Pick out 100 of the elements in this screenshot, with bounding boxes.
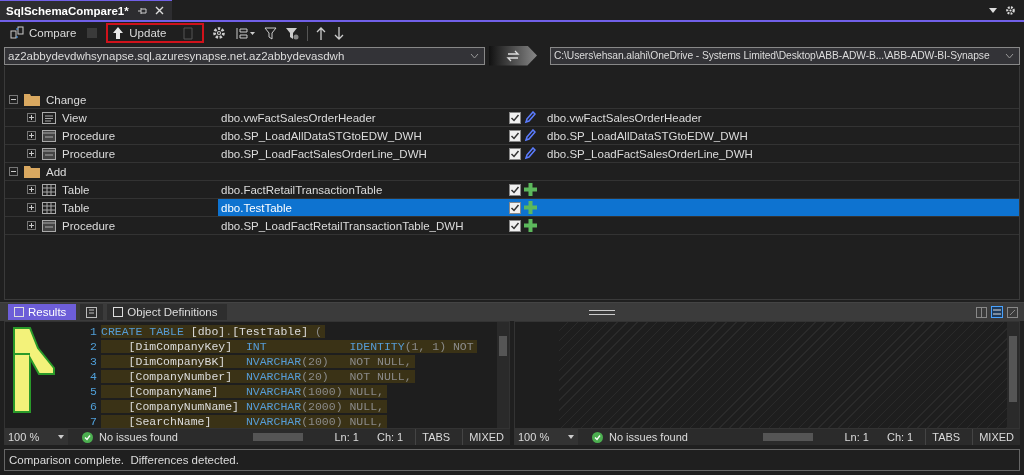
- plus-icon: [524, 201, 537, 215]
- pencil-icon: [524, 147, 536, 161]
- table-icon: [42, 201, 56, 214]
- procedure-icon: [42, 219, 56, 232]
- settings-icon[interactable]: [1005, 4, 1016, 16]
- scroll-bar[interactable]: [1007, 322, 1019, 429]
- source-name-cell[interactable]: dbo.SP_LoadFactSalesOrderLine_DWH: [218, 145, 509, 163]
- procedure-icon: [42, 147, 56, 160]
- line-ending-mode[interactable]: MIXED: [462, 429, 510, 446]
- object-type: View: [62, 111, 87, 124]
- document-tab[interactable]: SqlSchemaCompare1*: [0, 0, 172, 20]
- line-indicator: Ln: 1: [333, 431, 360, 444]
- window-icon: [14, 307, 24, 318]
- target-name-cell-text: dbo.SP_LoadAllDataSTGtoEDW_DWH: [547, 128, 749, 144]
- side-by-side-icon[interactable]: [976, 306, 987, 318]
- object-type: Table: [62, 201, 90, 214]
- filter-icon[interactable]: [285, 26, 300, 40]
- line-number: 5: [89, 385, 97, 399]
- source-name-cell[interactable]: dbo.TestTable: [218, 199, 509, 217]
- object-type: Table: [62, 183, 90, 196]
- zoom-dropdown[interactable]: 100 %: [4, 429, 68, 446]
- caret-icon[interactable]: [1005, 52, 1014, 59]
- indent-mode[interactable]: TABS: [415, 429, 457, 446]
- expand-icon[interactable]: [27, 185, 36, 195]
- expand-icon[interactable]: [27, 203, 36, 213]
- pin-icon[interactable]: [136, 5, 147, 16]
- include-checkbox[interactable]: [509, 183, 521, 196]
- compare-icon: [10, 26, 24, 41]
- include-checkbox[interactable]: [509, 201, 521, 214]
- folder-icon: [24, 93, 40, 107]
- target-name-cell-text: dbo.SP_LoadFactSalesOrderLine_DWH: [547, 146, 754, 162]
- column-indicator: Ch: 1: [375, 431, 405, 444]
- include-checkbox[interactable]: [509, 111, 521, 124]
- plus-icon: [524, 219, 537, 233]
- expand-icon[interactable]: [27, 113, 36, 123]
- line-ending-mode[interactable]: MIXED: [972, 429, 1020, 446]
- source-name-cell[interactable]: dbo.vwFactSalesOrderHeader: [218, 109, 509, 127]
- check-circle-icon: [592, 431, 603, 443]
- expand-icon[interactable]: [27, 149, 36, 159]
- target-name-cell-text: dbo.vwFactSalesOrderHeader: [547, 110, 703, 126]
- object-type: Procedure: [62, 219, 116, 232]
- group-by-icon[interactable]: [234, 26, 257, 40]
- column-indicator: Ch: 1: [885, 431, 915, 444]
- window-icon: [113, 307, 124, 318]
- line-number: 7: [89, 415, 97, 429]
- panel-tab[interactable]: Results: [8, 304, 77, 321]
- view-icon: [42, 111, 56, 124]
- up-arrow-icon[interactable]: [316, 26, 327, 40]
- target-combo[interactable]: C:\Users\ehsan.alahi\OneDrive - Systems Limited\Desktop\ABB-ADW-B...\ABB-ADW-BI-Synapse: [550, 46, 1020, 65]
- object-type: Procedure: [62, 129, 116, 142]
- issues-status: No issues found: [609, 431, 689, 444]
- collapse-icon[interactable]: [9, 167, 18, 177]
- compare-button[interactable]: Compare: [8, 26, 79, 41]
- line-number: 3: [89, 355, 97, 369]
- table-icon: [42, 183, 56, 196]
- panel-tab[interactable]: Object Definitions: [107, 304, 228, 321]
- issues-status: No issues found: [99, 431, 179, 444]
- line-number: 2: [89, 340, 97, 354]
- collapse-icon[interactable]: [9, 95, 18, 105]
- check-circle-icon: [82, 431, 93, 443]
- caret-icon: [568, 435, 574, 440]
- indent-mode[interactable]: TABS: [925, 429, 967, 446]
- source-name-cell[interactable]: dbo.SP_LoadAllDataSTGtoEDW_DWH: [218, 127, 509, 145]
- filter-icon[interactable]: [264, 26, 278, 40]
- group-label: Change: [46, 93, 87, 106]
- caret-icon[interactable]: [470, 52, 479, 59]
- settings-icon[interactable]: [212, 26, 227, 41]
- pencil-icon: [524, 111, 536, 125]
- swap-button[interactable]: [489, 45, 537, 66]
- scroll-bar[interactable]: [497, 322, 509, 429]
- object-type: Procedure: [62, 147, 116, 160]
- plus-icon: [524, 183, 537, 197]
- expand-icon[interactable]: [27, 221, 36, 231]
- procedure-icon: [42, 129, 56, 142]
- splitter-grip[interactable]: [588, 309, 615, 315]
- up-arrow-icon: [112, 26, 125, 41]
- document-icon: [86, 306, 98, 318]
- source-name-cell[interactable]: dbo.SP_LoadFactRetailTransactionTable_DWH: [218, 217, 509, 235]
- panel-tab[interactable]: [80, 304, 104, 321]
- dropdown-icon[interactable]: [989, 7, 997, 13]
- line-number: 6: [89, 400, 97, 414]
- folder-icon: [24, 165, 40, 179]
- line-indicator: Ln: 1: [843, 431, 870, 444]
- status-message: Comparison complete. Differences detected.: [9, 454, 239, 467]
- line-number: 4: [89, 370, 97, 384]
- include-checkbox[interactable]: [509, 219, 521, 232]
- caret-icon: [58, 435, 64, 440]
- pencil-icon: [524, 129, 536, 143]
- line-number: 1: [89, 325, 97, 339]
- down-arrow-icon[interactable]: [334, 26, 345, 40]
- include-checkbox[interactable]: [509, 129, 521, 142]
- zoom-dropdown[interactable]: 100 %: [514, 429, 578, 446]
- stacked-icon[interactable]: [991, 306, 1003, 319]
- update-button[interactable]: Update: [110, 26, 169, 41]
- group-label: Add: [46, 165, 67, 178]
- source-combo[interactable]: az2abbydevdwhsynapse.sql.azuresynapse.net.az2abbydevasdwh: [4, 46, 485, 65]
- include-checkbox[interactable]: [509, 147, 521, 160]
- source-name-cell[interactable]: dbo.FactRetailTransactionTable: [218, 181, 509, 199]
- close-icon[interactable]: [154, 6, 164, 15]
- expand-icon[interactable]: [27, 131, 36, 141]
